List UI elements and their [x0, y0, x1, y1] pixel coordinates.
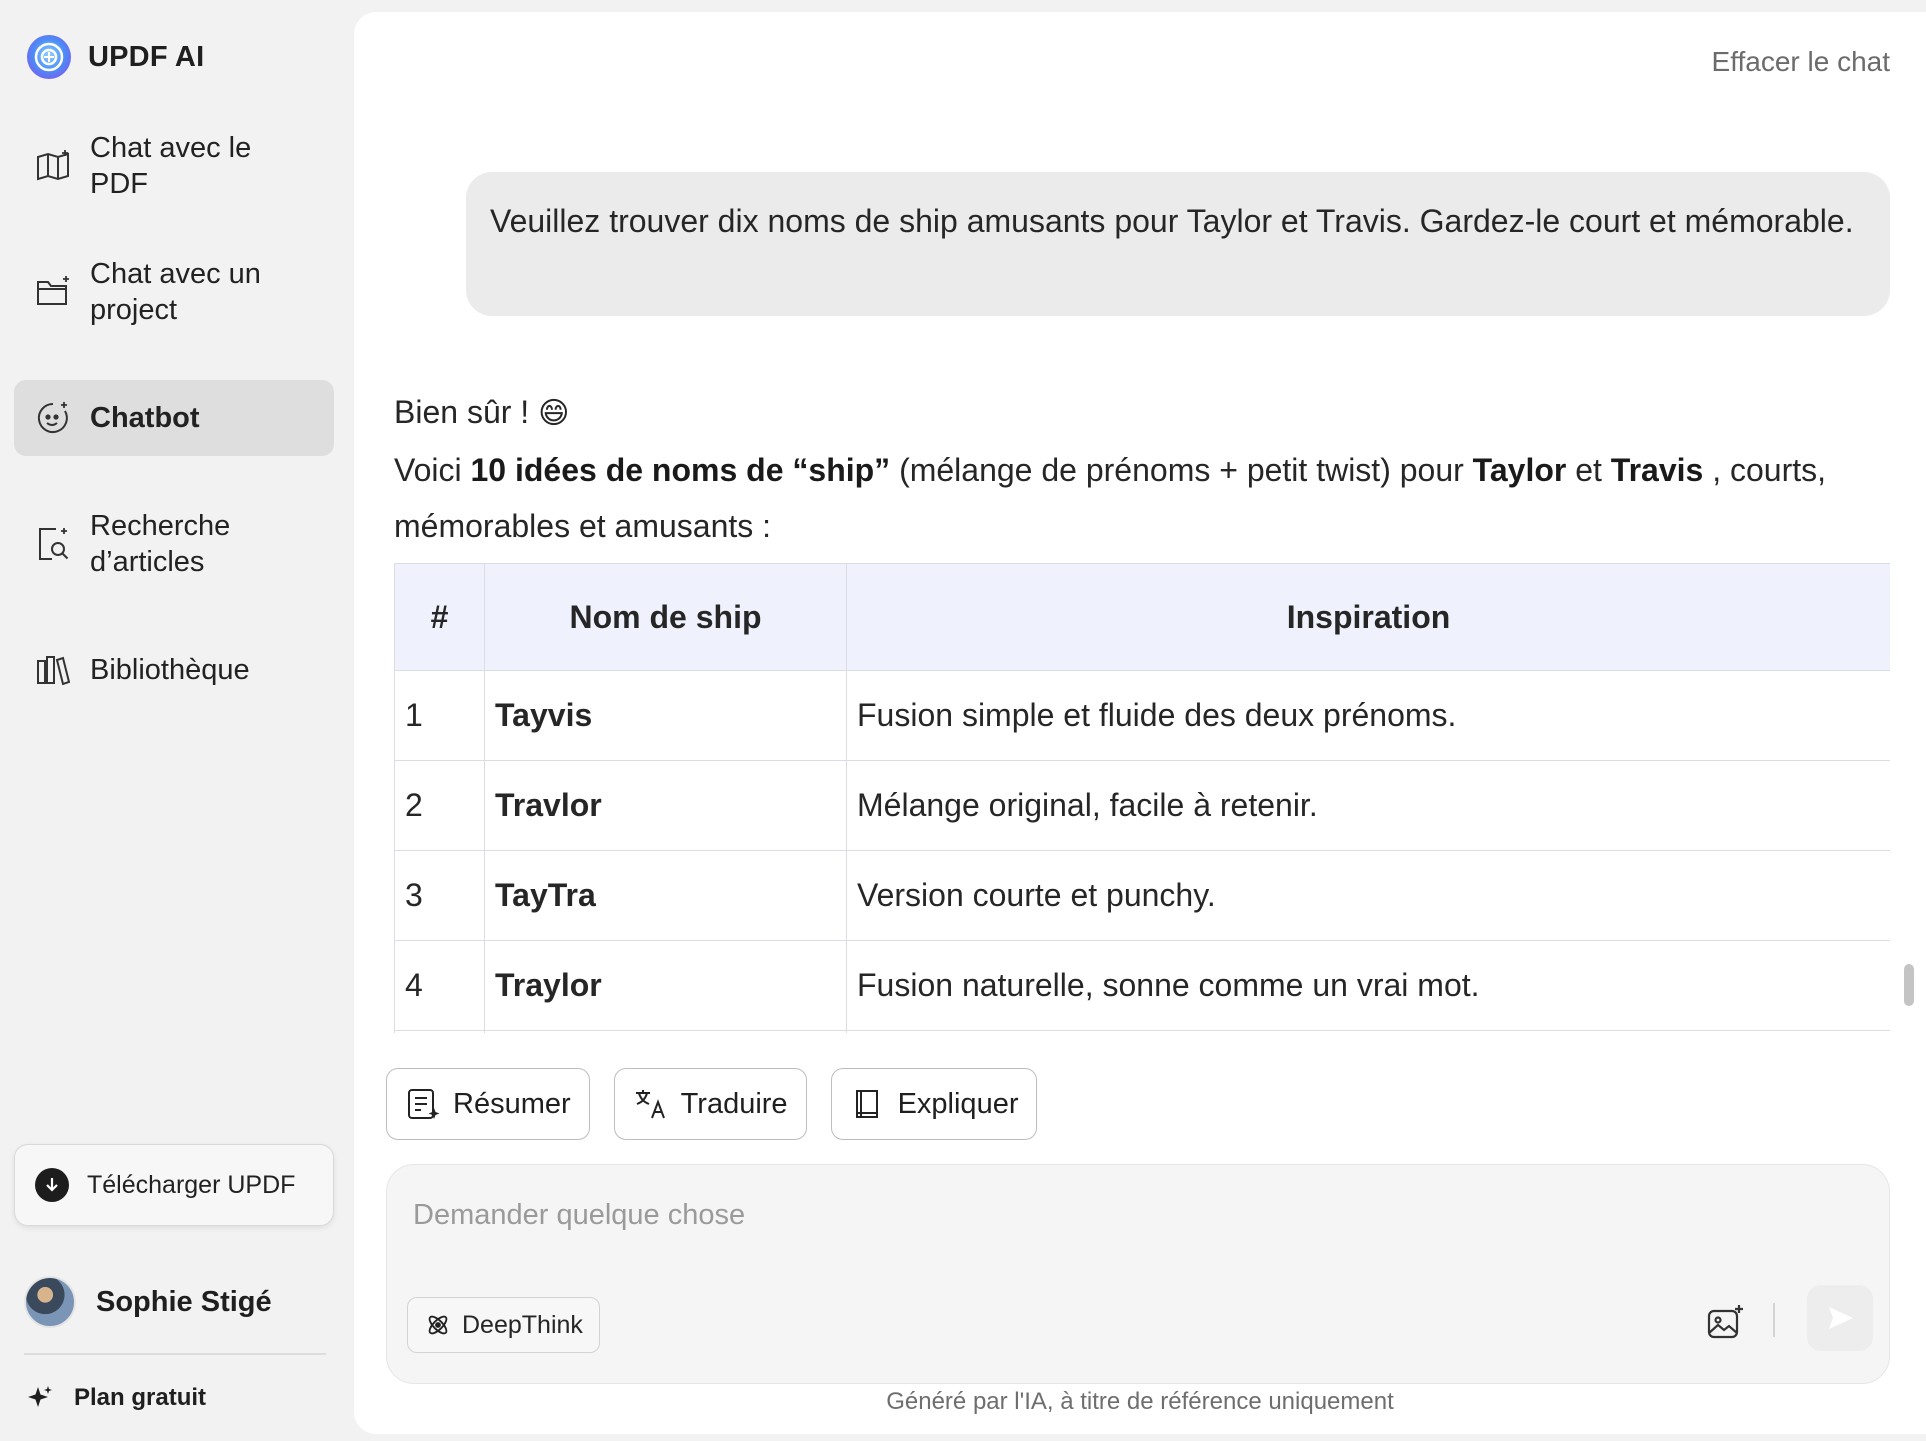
table-row: 3 TayTra Version courte et punchy. — [394, 850, 1890, 941]
answer-greeting: Bien sûr ! — [394, 394, 530, 430]
download-updf-button[interactable]: Télécharger UPDF — [14, 1144, 334, 1226]
inspiration: Version courte et punchy. — [846, 850, 1890, 941]
inspiration — [846, 1030, 1890, 1033]
chat-panel: Effacer le chat Veuillez trouver dix nom… — [354, 12, 1926, 1434]
table-row: 1 Tayvis Fusion simple et fluide des deu… — [394, 670, 1890, 761]
inspiration: Mélange original, facile à retenir. — [846, 760, 1890, 851]
translate-icon — [635, 1090, 665, 1119]
ship-name — [484, 1030, 847, 1033]
translate-label: Traduire — [680, 1087, 788, 1120]
send-button[interactable] — [1807, 1285, 1873, 1351]
sidebar-item-chat-project[interactable]: Chat avec un project — [14, 252, 334, 332]
avatar — [24, 1276, 76, 1328]
quick-actions: Résumer Traduire Expliquer — [386, 1068, 1038, 1140]
folder-sparkle-icon — [34, 273, 72, 311]
column-header-ship-name: Nom de ship — [484, 563, 847, 671]
composer-divider — [1773, 1303, 1775, 1337]
user-message-bubble: Veuillez trouver dix noms de ship amusan… — [466, 172, 1890, 316]
book-icon — [855, 1090, 878, 1118]
composer: DeepThink — [386, 1164, 1890, 1384]
row-number — [394, 1030, 485, 1033]
summarize-button[interactable]: Résumer — [386, 1068, 590, 1140]
intro-bold-text: Travis — [1610, 452, 1704, 488]
sidebar-item-label: Chat avec un project — [90, 258, 261, 326]
translate-button[interactable]: Traduire — [613, 1068, 807, 1140]
intro-bold-text: Taylor — [1472, 452, 1567, 488]
image-sparkle-icon — [1707, 1305, 1743, 1339]
plan-link[interactable]: Plan gratuit — [26, 1384, 206, 1412]
sidebar: UPDF AI Chat avec le PDF Chat avec un pr… — [0, 0, 352, 1441]
inspiration: Fusion naturelle, sonne comme un vrai mo… — [846, 940, 1890, 1031]
table-row — [394, 1030, 1890, 1033]
intro-text: et — [1566, 452, 1611, 488]
atom-icon — [428, 1315, 448, 1335]
explain-button[interactable]: Expliquer — [830, 1068, 1038, 1140]
table-row: 2 Travlor Mélange original, facile à ret… — [394, 760, 1890, 851]
explain-label: Expliquer — [897, 1087, 1019, 1120]
row-number: 1 — [394, 670, 485, 761]
book-sparkle-icon — [34, 147, 72, 185]
summarize-icon — [408, 1089, 440, 1119]
document-search-icon — [34, 525, 72, 563]
ship-name: Traylor — [484, 940, 847, 1031]
answer-greeting-line: Bien sûr ! 😄 — [394, 384, 1894, 442]
ship-name: Tayvis — [484, 670, 847, 761]
sidebar-item-label: Chat avec le PDF — [90, 132, 252, 200]
disclaimer: Généré par l'IA, à titre de référence un… — [886, 1388, 1394, 1415]
sidebar-item-label: Recherche d’articles — [90, 510, 231, 578]
assistant-answer: Bien sûr ! 😄 Voici 10 idées de noms de “… — [394, 384, 1894, 554]
ship-names-table: # Nom de ship Inspiration 1 Tayvis Fusio… — [394, 563, 1890, 1033]
summarize-label: Résumer — [453, 1087, 571, 1120]
chatbot-icon — [34, 399, 72, 437]
sidebar-item-label: Bibliothèque — [90, 654, 250, 686]
ship-name: TayTra — [484, 850, 847, 941]
updf-logo-icon — [27, 35, 71, 79]
chat-scrollbar[interactable] — [1904, 964, 1914, 1006]
download-label: Télécharger UPDF — [87, 1170, 296, 1199]
answer-intro: Voici 10 idées de noms de “ship” (mélang… — [394, 442, 1894, 554]
grinning-emoji: 😄 — [538, 397, 570, 430]
row-number: 2 — [394, 760, 485, 851]
row-number: 3 — [394, 850, 485, 941]
brand[interactable]: UPDF AI — [26, 34, 204, 80]
chat-input[interactable] — [413, 1185, 1853, 1245]
deepthink-label: DeepThink — [462, 1310, 583, 1339]
ship-name: Travlor — [484, 760, 847, 851]
ship-names-table-container[interactable]: # Nom de ship Inspiration 1 Tayvis Fusio… — [394, 563, 1890, 1033]
plan-label: Plan gratuit — [74, 1384, 207, 1411]
user-profile[interactable]: Sophie Stigé — [24, 1276, 272, 1328]
table-header-row: # Nom de ship Inspiration — [394, 563, 1890, 671]
image-upload-button[interactable] — [1703, 1301, 1747, 1345]
user-name: Sophie Stigé — [96, 1285, 272, 1318]
column-header-inspiration: Inspiration — [846, 563, 1890, 671]
sidebar-item-label: Chatbot — [90, 402, 200, 434]
intro-text: Voici — [394, 452, 471, 488]
download-icon — [35, 1168, 69, 1202]
app-name: UPDF AI — [88, 40, 205, 73]
sidebar-item-chatbot[interactable]: Chatbot — [14, 380, 334, 456]
send-icon — [1829, 1307, 1853, 1329]
inspiration: Fusion simple et fluide des deux prénoms… — [846, 670, 1890, 761]
sidebar-item-chat-pdf[interactable]: Chat avec le PDF — [14, 132, 334, 200]
sidebar-item-article-search[interactable]: Recherche d’articles — [14, 504, 334, 584]
table-row: 4 Traylor Fusion naturelle, sonne comme … — [394, 940, 1890, 1031]
row-number: 4 — [394, 940, 485, 1031]
library-icon — [34, 651, 72, 689]
intro-text: (mélange de prénoms + petit twist) pour — [890, 452, 1473, 488]
sparkle-icon — [28, 1386, 52, 1407]
sidebar-item-library[interactable]: Bibliothèque — [14, 638, 334, 702]
intro-bold-text: 10 idées de noms de “ship” — [470, 452, 891, 488]
deepthink-toggle[interactable]: DeepThink — [407, 1297, 600, 1353]
clear-chat-button[interactable]: Effacer le chat — [1712, 46, 1890, 78]
column-header-number: # — [394, 563, 485, 671]
sidebar-divider — [24, 1353, 326, 1355]
